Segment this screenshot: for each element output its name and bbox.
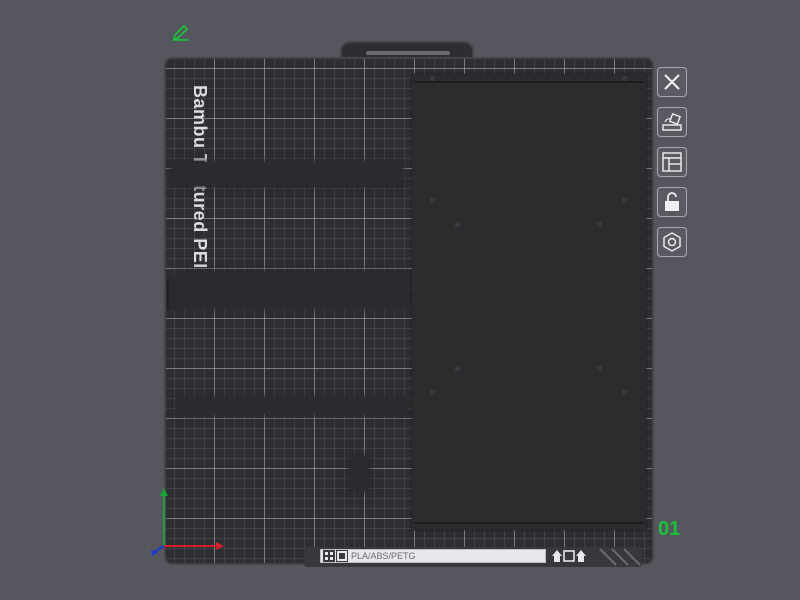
arrange-icon <box>662 152 682 172</box>
image-icon <box>336 550 348 562</box>
filament-type-label: PLA/ABS/PETG <box>351 551 416 561</box>
qr-icon <box>323 550 335 562</box>
close-icon <box>664 74 680 90</box>
plate-settings-button[interactable] <box>657 227 687 257</box>
arrange-button[interactable] <box>657 147 687 177</box>
model-hole <box>430 390 435 395</box>
auto-orient-button[interactable] <box>657 107 687 137</box>
model-part-edge <box>167 278 179 310</box>
model-hole <box>597 366 602 371</box>
model-top-edge <box>414 81 644 83</box>
model-hole <box>622 76 627 81</box>
model-hole <box>430 198 435 203</box>
plate-markings-icon <box>552 550 586 562</box>
model-part[interactable] <box>172 162 402 186</box>
model-hole <box>455 222 460 227</box>
corner-stripes <box>599 548 641 566</box>
model-hole <box>597 222 602 227</box>
model-bottom-edge <box>414 522 644 524</box>
plate-handle-slot <box>366 51 450 55</box>
model-object[interactable] <box>412 74 646 530</box>
close-plate-button[interactable] <box>657 67 687 97</box>
axis-gizmo <box>151 488 224 556</box>
lock-plate-button[interactable] <box>657 187 687 217</box>
filament-type-bar: PLA/ABS/PETG <box>320 549 546 563</box>
edit-name-icon[interactable] <box>170 20 192 42</box>
plate-number: 01 <box>658 518 681 540</box>
model-part[interactable] <box>350 456 368 490</box>
model-hole <box>455 366 460 371</box>
model-hole <box>622 198 627 203</box>
settings-icon <box>663 232 681 252</box>
orient-icon <box>662 112 682 131</box>
lock-icon <box>665 192 679 211</box>
model-part[interactable] <box>176 272 408 308</box>
model-hole <box>622 390 627 395</box>
model-part[interactable] <box>178 398 406 414</box>
model-hole <box>430 76 435 81</box>
